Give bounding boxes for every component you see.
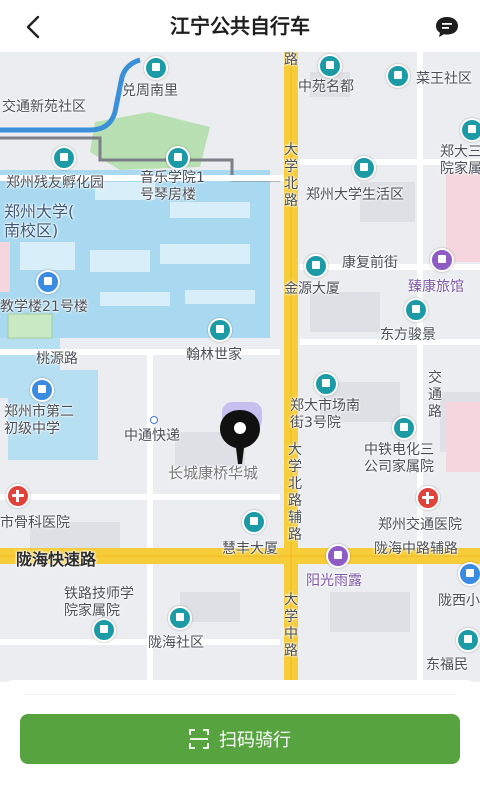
poi-pin-icon[interactable] — [326, 544, 350, 568]
poi-pin-icon[interactable] — [36, 270, 60, 294]
map-label: 陇海中路辅路 — [374, 541, 458, 557]
location-pin-icon[interactable] — [216, 408, 264, 468]
map-label: 音乐学院1 号琴房楼 — [140, 170, 205, 203]
map-label: 臻康旅馆 — [408, 279, 464, 295]
poi-pin-icon[interactable] — [168, 606, 192, 630]
divider — [24, 694, 456, 695]
poi-pin-icon[interactable] — [144, 56, 168, 80]
map-label: 桃源路 — [36, 351, 78, 367]
poi-pin-icon[interactable] — [404, 298, 428, 322]
map-label: 教学楼21号楼 — [0, 299, 88, 315]
poi-pin-icon[interactable] — [166, 146, 190, 170]
poi-pin-icon[interactable] — [304, 254, 328, 278]
map-label: 郑州残友孵化园 — [6, 175, 104, 191]
map-label: 大 学 北 路 — [284, 142, 298, 209]
school-pin-icon[interactable] — [458, 562, 480, 586]
top-bar: 江宁公共自行车 — [0, 0, 480, 52]
poi-pin-icon[interactable] — [318, 54, 342, 78]
map-label: 翰林世家 — [186, 347, 242, 363]
poi-pin-icon[interactable] — [208, 318, 232, 342]
map-label: 东方骏景 — [380, 327, 436, 343]
map-label: 东福民 — [426, 657, 468, 673]
map-view[interactable]: 交通新苑社区 兑周南里 中苑名都 菜王社区 郑州残友孵化园 音乐学院1 号琴房楼… — [0, 52, 480, 682]
map-label: 郑大市场南 街3号院 — [290, 398, 360, 431]
poi-pin-icon[interactable] — [456, 628, 480, 652]
small-poi-dot-icon — [150, 416, 158, 424]
map-label: 郑州交通医院 — [378, 517, 462, 533]
map-label: 路 — [284, 52, 298, 68]
school-pin-icon[interactable] — [30, 378, 54, 402]
map-label: 中通快递 — [124, 428, 180, 444]
map-label: 中苑名都 — [298, 79, 354, 95]
chat-bubble-icon[interactable] — [434, 15, 460, 39]
map-label: 大 学 中 路 — [284, 592, 298, 659]
poi-pin-icon[interactable] — [460, 118, 480, 142]
map-label: 康复前街 — [342, 255, 398, 271]
poi-pin-icon[interactable] — [352, 156, 376, 180]
map-label: 中铁电化三 公司家属院 — [364, 442, 434, 475]
hospital-pin-icon[interactable] — [6, 484, 30, 508]
poi-pin-icon[interactable] — [92, 618, 116, 642]
map-label: 交通新苑社区 — [2, 99, 86, 115]
map-label: 郑州大学生活区 — [306, 187, 404, 203]
map-label: 郑州大学( 南校区) — [4, 202, 75, 240]
map-label: 金源大厦 — [284, 281, 340, 297]
scan-ride-label: 扫码骑行 — [219, 730, 291, 751]
map-label: 慧丰大厦 — [222, 541, 278, 557]
poi-pin-icon[interactable] — [52, 146, 76, 170]
poi-pin-icon[interactable] — [314, 372, 338, 396]
back-chevron-icon[interactable] — [14, 12, 50, 42]
map-label: 交 通 路 — [428, 370, 442, 420]
poi-pin-icon[interactable] — [242, 510, 266, 534]
map-label: 菜王社区 — [416, 71, 472, 87]
hospital-pin-icon[interactable] — [416, 486, 440, 510]
map-label: 陇海社区 — [148, 635, 204, 651]
poi-pin-icon[interactable] — [386, 64, 410, 88]
map-label: 郑州市第二 初级中学 — [4, 404, 74, 437]
scan-frame-icon — [189, 729, 209, 749]
road-label: 陇海快速路 — [16, 550, 97, 569]
map-label: 大 学 北 路 辅 路 — [288, 442, 302, 543]
map-label: 市骨科医院 — [0, 515, 70, 531]
map-label: 陇西小 — [438, 593, 480, 609]
map-label: 铁路技师学 院家属院 — [64, 586, 134, 619]
scan-ride-button[interactable]: 扫码骑行 — [20, 714, 460, 764]
hotel-pin-icon[interactable] — [430, 248, 454, 272]
map-label: 郑大三 院家属 — [440, 144, 480, 177]
poi-pin-icon[interactable] — [392, 416, 416, 440]
page-title: 江宁公共自行车 — [170, 14, 310, 38]
map-label: 阳光雨露 — [306, 573, 362, 589]
map-label: 兑周南里 — [122, 83, 178, 99]
